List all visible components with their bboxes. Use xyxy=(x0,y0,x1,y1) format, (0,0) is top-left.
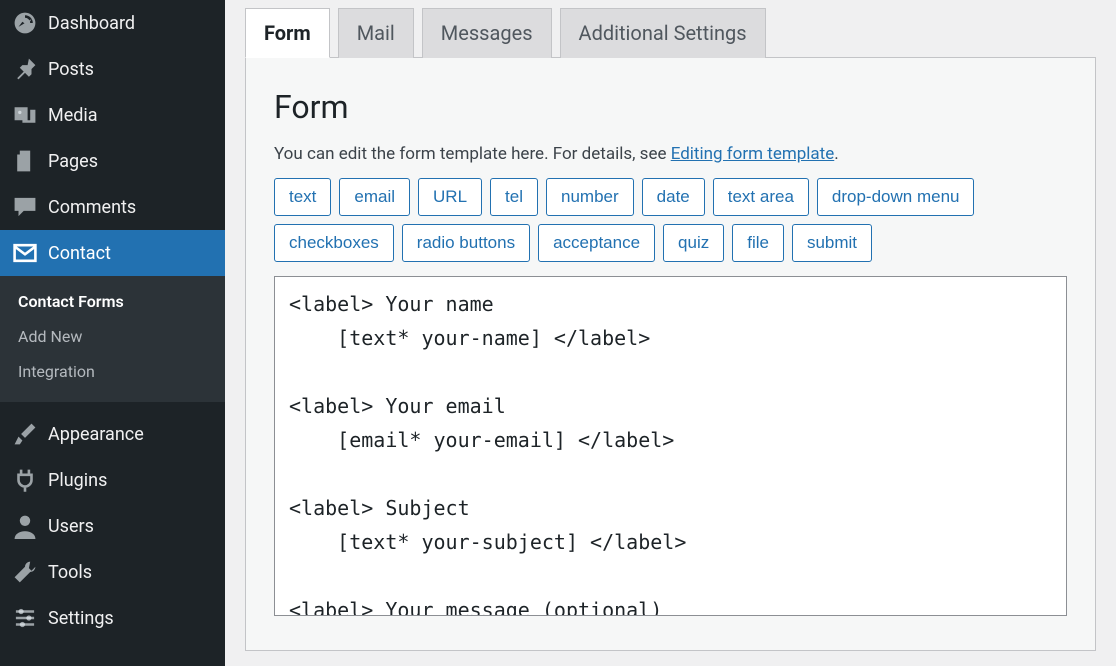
tab-additional-settings[interactable]: Additional Settings xyxy=(560,8,766,58)
sidebar-item-label: Comments xyxy=(48,197,136,218)
tabs: FormMailMessagesAdditional Settings xyxy=(245,8,1096,58)
mail-icon xyxy=(12,240,38,266)
submenu-item-add-new[interactable]: Add New xyxy=(0,319,225,354)
editing-template-link[interactable]: Editing form template xyxy=(671,144,835,164)
tag-button-tel[interactable]: tel xyxy=(490,178,538,216)
wrench-icon xyxy=(12,559,38,585)
tag-button-quiz[interactable]: quiz xyxy=(663,224,724,262)
sidebar-item-pages[interactable]: Pages xyxy=(0,138,225,184)
sidebar-item-label: Plugins xyxy=(48,470,107,491)
tab-form[interactable]: Form xyxy=(245,8,330,58)
tag-button-email[interactable]: email xyxy=(339,178,410,216)
sidebar-item-tools[interactable]: Tools xyxy=(0,549,225,595)
tag-button-number[interactable]: number xyxy=(546,178,634,216)
media-icon xyxy=(12,102,38,128)
tag-button-radio-buttons[interactable]: radio buttons xyxy=(402,224,530,262)
pages-icon xyxy=(12,148,38,174)
sidebar-item-label: Posts xyxy=(48,59,94,80)
main-content: FormMailMessagesAdditional Settings Form… xyxy=(225,0,1116,666)
tag-button-drop-down-menu[interactable]: drop-down menu xyxy=(817,178,975,216)
plug-icon xyxy=(12,467,38,493)
sidebar-item-label: Users xyxy=(48,516,94,537)
pin-icon xyxy=(12,56,38,82)
tab-messages[interactable]: Messages xyxy=(422,8,552,58)
tag-button-URL[interactable]: URL xyxy=(418,178,482,216)
sidebar-submenu: Contact FormsAdd NewIntegration xyxy=(0,276,225,401)
submenu-item-integration[interactable]: Integration xyxy=(0,354,225,389)
comment-icon xyxy=(12,194,38,220)
panel-description: You can edit the form template here. For… xyxy=(274,144,1067,164)
form-panel: Form You can edit the form template here… xyxy=(245,57,1096,651)
user-icon xyxy=(12,513,38,539)
sliders-icon xyxy=(12,605,38,631)
tag-button-text-area[interactable]: text area xyxy=(713,178,809,216)
sidebar-item-label: Appearance xyxy=(48,424,144,445)
sidebar-item-dashboard[interactable]: Dashboard xyxy=(0,0,225,46)
sidebar-item-plugins[interactable]: Plugins xyxy=(0,457,225,503)
form-template-textarea[interactable] xyxy=(274,276,1067,616)
sidebar-item-media[interactable]: Media xyxy=(0,92,225,138)
sidebar-item-posts[interactable]: Posts xyxy=(0,46,225,92)
sidebar-item-label: Pages xyxy=(48,151,98,172)
tag-button-checkboxes[interactable]: checkboxes xyxy=(274,224,394,262)
tag-button-file[interactable]: file xyxy=(732,224,784,262)
sidebar-item-label: Tools xyxy=(48,562,92,583)
sidebar-item-comments[interactable]: Comments xyxy=(0,184,225,230)
tag-button-acceptance[interactable]: acceptance xyxy=(538,224,655,262)
sidebar-item-label: Settings xyxy=(48,608,114,629)
tag-button-row: textemailURLtelnumberdatetext areadrop-d… xyxy=(274,178,1067,262)
tag-button-submit[interactable]: submit xyxy=(792,224,872,262)
brush-icon xyxy=(12,421,38,447)
sidebar-item-label: Media xyxy=(48,105,98,126)
tag-button-text[interactable]: text xyxy=(274,178,331,216)
submenu-item-contact-forms[interactable]: Contact Forms xyxy=(0,284,225,319)
sidebar-item-settings[interactable]: Settings xyxy=(0,595,225,641)
admin-sidebar: Dashboard Posts Media Pages Comments Contact C… xyxy=(0,0,225,666)
dashboard-icon xyxy=(12,10,38,36)
sidebar-item-contact[interactable]: Contact xyxy=(0,230,225,276)
tag-button-date[interactable]: date xyxy=(642,178,705,216)
sidebar-item-users[interactable]: Users xyxy=(0,503,225,549)
sidebar-item-label: Dashboard xyxy=(48,13,135,34)
sidebar-item-appearance[interactable]: Appearance xyxy=(0,411,225,457)
panel-heading: Form xyxy=(274,88,1067,126)
sidebar-item-label: Contact xyxy=(48,243,111,264)
tab-mail[interactable]: Mail xyxy=(338,8,414,58)
